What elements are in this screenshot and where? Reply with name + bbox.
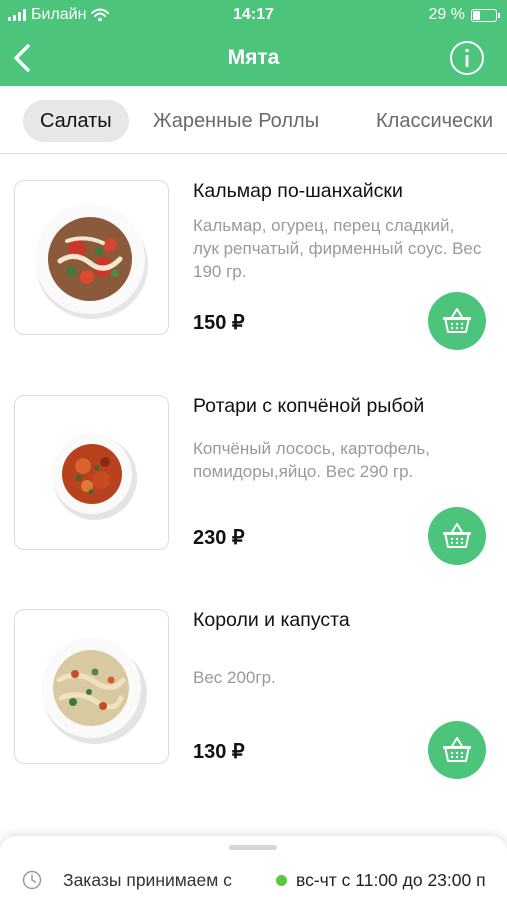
info-icon <box>450 41 484 75</box>
dish-image <box>14 395 169 550</box>
page-title: Мята <box>227 46 280 69</box>
add-to-cart-button[interactable] <box>428 292 486 350</box>
dish-image <box>14 180 169 335</box>
add-to-cart-button[interactable] <box>428 721 486 779</box>
tab-fried-rolls[interactable]: Жаренные Роллы <box>136 100 336 142</box>
basket-icon <box>443 308 471 333</box>
dish-description: Вес 200гр. <box>193 668 276 687</box>
orders-label: Заказы принимаем с <box>63 870 232 890</box>
menu-item[interactable]: Кальмар по-шанхайски Кальмар, огурец, пе… <box>0 180 507 395</box>
dish-title: Ротари с копчёной рыбой <box>193 395 425 417</box>
working-hours: вс-чт с 11:00 до 23:00 п <box>296 870 486 890</box>
dish-price: 230 ₽ <box>193 527 245 549</box>
dish-image <box>14 609 169 764</box>
battery-level <box>473 10 480 20</box>
dish-description: Кальмар, огурец, перец сладкий, лук репч… <box>193 216 482 281</box>
chevron-left-icon <box>14 44 30 72</box>
open-status-dot <box>276 875 287 886</box>
dish-title: Короли и капуста <box>193 609 350 631</box>
tab-salads[interactable]: Салаты <box>23 100 129 142</box>
menu-item[interactable]: Короли и капуста Вес 200гр. 130 ₽ <box>0 609 507 824</box>
dish-description: Копчёный лосось, картофель, помидоры,яйц… <box>193 439 430 481</box>
battery-percent: 29 % <box>428 6 465 23</box>
working-hours-panel[interactable]: Заказы принимаем с вс-чт с 11:00 до 23:0… <box>0 836 507 900</box>
add-to-cart-button[interactable] <box>428 507 486 565</box>
clock-icon <box>22 870 42 890</box>
basket-icon <box>443 523 471 548</box>
status-right: 29 % <box>428 6 500 24</box>
drag-handle[interactable] <box>229 845 277 850</box>
category-tabs: Салаты Жаренные Роллы Классически <box>0 86 507 154</box>
basket-icon <box>443 737 471 762</box>
dish-price: 130 ₽ <box>193 741 245 763</box>
dish-price: 150 ₽ <box>193 312 245 334</box>
battery-icon <box>471 8 500 22</box>
menu-item[interactable]: Ротари с копчёной рыбой Копчёный лосось,… <box>0 395 507 610</box>
info-button[interactable] <box>449 40 485 76</box>
status-bar: Билайн 14:17 29 % <box>0 0 507 30</box>
dish-title: Кальмар по-шанхайски <box>193 180 403 202</box>
tab-classic-rolls[interactable]: Классически <box>359 100 507 142</box>
app-header: Билайн 14:17 29 % Мята <box>0 0 507 86</box>
back-button[interactable] <box>10 42 36 74</box>
